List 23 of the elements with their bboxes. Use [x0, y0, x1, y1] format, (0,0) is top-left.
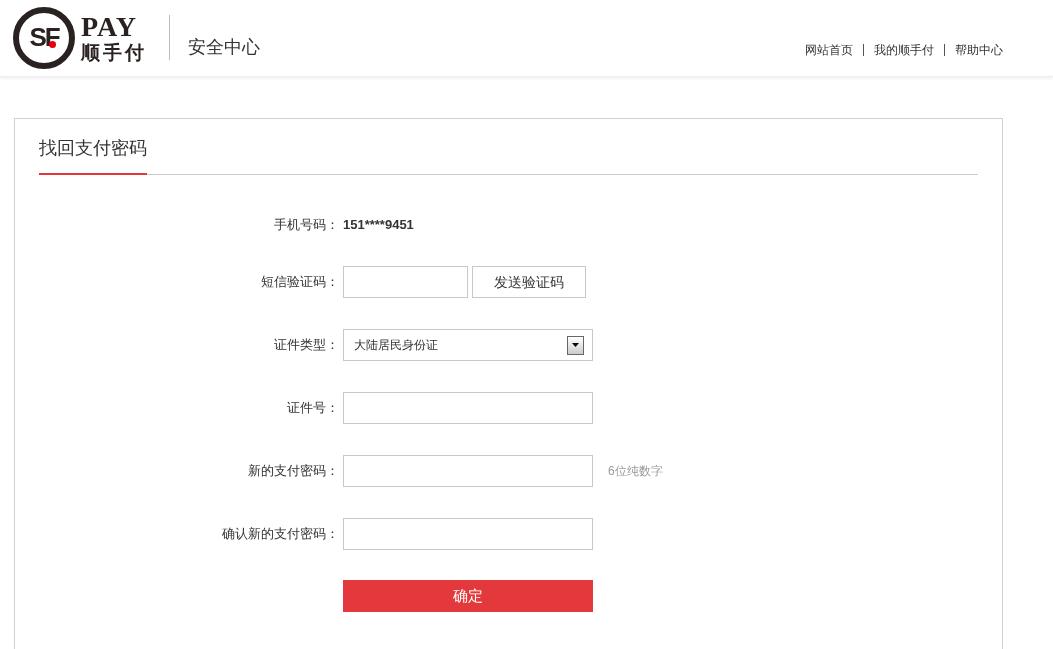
phone-number: 151****9451 — [343, 216, 414, 235]
field-label: 手机号码： — [273, 216, 340, 235]
input-field[interactable] — [343, 518, 593, 550]
hint-text: 6位纯数字 — [608, 463, 663, 480]
logo-name: 顺手付 — [81, 43, 147, 62]
id-type-select[interactable]: 大陆居民身份证 — [343, 329, 593, 361]
section-title: 安全中心 — [188, 36, 260, 59]
input-field[interactable] — [343, 266, 468, 298]
logo-mark: SF — [13, 6, 75, 69]
field-label: 证件号： — [286, 399, 340, 418]
send-code-button[interactable]: 发送验证码 — [472, 266, 586, 298]
confirm-button[interactable]: 确定 — [343, 580, 593, 612]
input-field[interactable] — [343, 392, 593, 424]
logo-brand: PAY — [81, 13, 138, 41]
field-label: 新的支付密码： — [247, 462, 340, 481]
nav-link[interactable]: 网站首页 — [805, 41, 853, 59]
field-label: 证件类型： — [273, 336, 340, 355]
nav-link[interactable]: 我的顺手付 — [874, 41, 934, 59]
field-label: 确认新的支付密码： — [221, 525, 340, 544]
card-title: 找回支付密码 — [39, 135, 147, 175]
input-field[interactable] — [343, 455, 593, 487]
nav-link[interactable]: 帮助中心 — [955, 41, 1003, 59]
field-label: 短信验证码： — [260, 273, 340, 292]
